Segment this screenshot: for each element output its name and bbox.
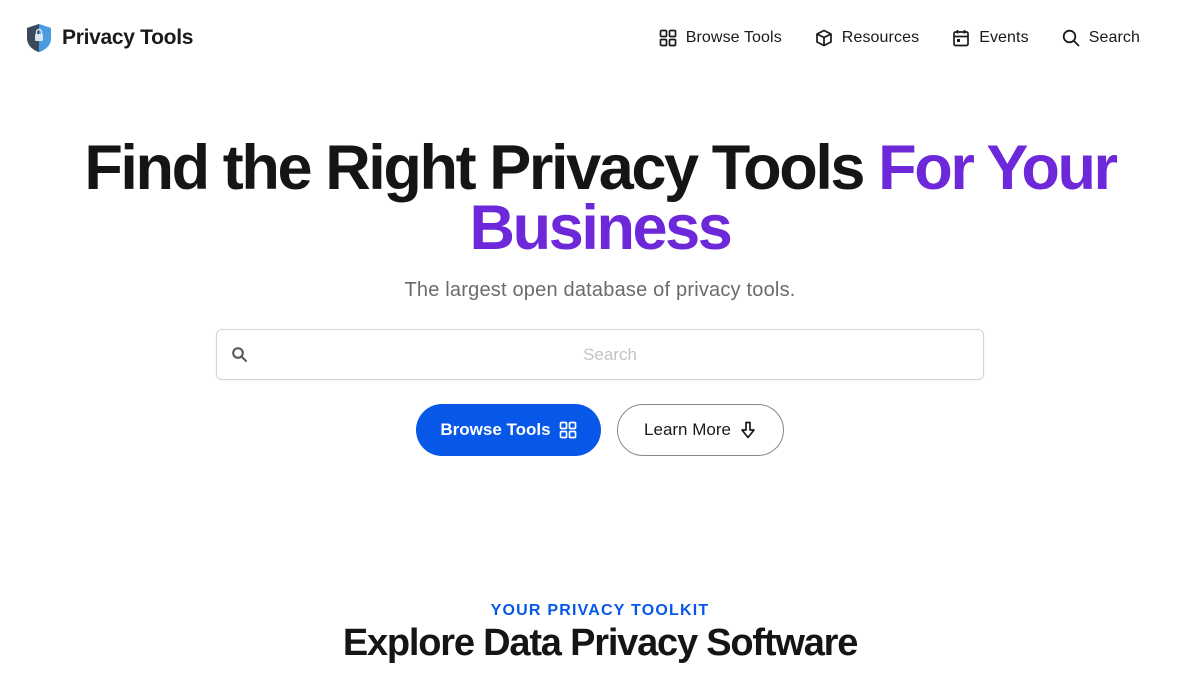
learn-more-button[interactable]: Learn More	[617, 404, 784, 456]
nav-resources-label: Resources	[841, 29, 920, 46]
site-logo-text: Privacy Tools	[62, 26, 194, 49]
nav-events[interactable]: Events	[952, 29, 1029, 47]
hero-title: Find the Right Privacy Tools For Your Bu…	[0, 137, 1200, 260]
arrow-down-icon	[741, 421, 755, 439]
hero-search-input[interactable]	[257, 330, 963, 379]
hero-subtitle: The largest open database of privacy too…	[404, 279, 796, 301]
browse-tools-button-label: Browse Tools	[440, 420, 551, 439]
calendar-icon	[953, 30, 970, 47]
search-icon	[232, 347, 247, 362]
site-logo[interactable]: Privacy Tools	[26, 22, 193, 54]
main-nav: Browse Tools Resources Events Search	[659, 24, 1140, 52]
site-header: Privacy Tools Browse Tools Resources Eve…	[0, 0, 1200, 76]
grid-icon	[559, 421, 576, 439]
browse-tools-button[interactable]: Browse Tools	[416, 404, 601, 456]
box-icon	[815, 29, 832, 47]
nav-events-label: Events	[979, 29, 1029, 46]
shield-logo-icon	[27, 24, 51, 52]
grid-icon	[659, 29, 677, 47]
nav-browse-tools[interactable]: Browse Tools	[659, 29, 782, 47]
nav-resources[interactable]: Resources	[815, 29, 919, 47]
nav-browse-tools-label: Browse Tools	[685, 29, 782, 46]
nav-search[interactable]: Search	[1062, 29, 1140, 47]
section-eyebrow: YOUR PRIVACY TOOLKIT	[490, 602, 710, 619]
nav-search-label: Search	[1088, 29, 1140, 46]
section-title: Explore Data Privacy Software	[342, 622, 859, 664]
search-icon	[1062, 29, 1080, 47]
learn-more-button-label: Learn More	[644, 420, 731, 439]
hero-search-box	[216, 329, 984, 380]
